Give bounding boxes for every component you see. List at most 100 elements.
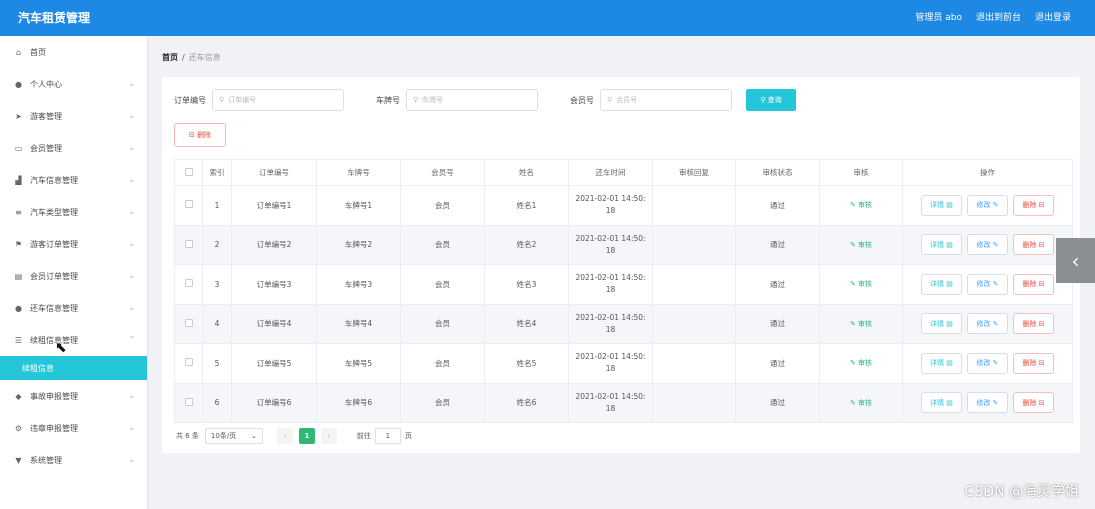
sidebar-item-label: 首页 [30,47,46,57]
collapse-side-tab[interactable]: ‹ [1056,238,1095,283]
edit-button[interactable]: 修改 ✎ [967,313,1008,335]
row-select-cell[interactable] [174,264,203,305]
detail-button[interactable]: 详情 ▤ [921,194,962,216]
sidebar-item[interactable]: ◆ 事故申报管理 ⌄ [0,380,147,412]
order-number-cell: 订单编号2 [231,224,317,265]
query-button[interactable]: ⚲ 查询 [746,89,796,111]
detail-button[interactable]: 详情 ▤ [921,392,962,414]
sidebar-item[interactable]: ● 还车信息管理 ⌄ [0,292,147,324]
plate-number-input[interactable]: ⚲ 车牌号 [406,89,538,111]
row-actions: 详情 ▤ 修改 ✎ 删除 ⊟ [903,392,1072,414]
sidebar-item[interactable]: ≡ 汽车类型管理 ⌄ [0,196,147,228]
sidebar-item[interactable]: ⚙ 违章申报管理 ⌄ [0,412,147,444]
index-cell: 5 [202,343,232,384]
edit-button[interactable]: 修改 ✎ [967,392,1008,414]
member-number-cell: 会员 [400,264,485,305]
delete-button[interactable]: 删除 ⊟ [1013,392,1054,414]
audit-link[interactable]: ✎ 审核 [850,399,872,407]
audit-link[interactable]: ✎ 审核 [850,201,872,209]
search-icon: ⚲ [760,96,768,104]
sidebar-subitem-renewal-info[interactable]: 续租信息 [0,356,147,380]
delete-button[interactable]: 删除 ⊟ [1013,273,1054,295]
plate-number-cell: 车牌号4 [316,303,401,344]
plate-number-label: 车牌号 [376,95,400,105]
member-number-cell: 会员 [400,343,485,384]
order-number-cell: 订单编号5 [231,343,317,384]
audit-link[interactable]: ✎ 审核 [850,280,872,288]
row-actions: 详情 ▤ 修改 ✎ 删除 ⊟ [903,352,1072,374]
chevron-icon: ⌄ [128,79,135,88]
row-checkbox[interactable] [184,279,193,288]
audit-link[interactable]: ✎ 审核 [850,241,872,249]
delete-button[interactable]: 删除 ⊟ [1013,194,1054,216]
row-select-cell[interactable] [174,382,203,423]
detail-button[interactable]: 详情 ▤ [921,313,962,335]
audit-link[interactable]: ✎ 审核 [850,359,872,367]
row-checkbox[interactable] [184,239,193,248]
logout-link[interactable]: 退出登录 [1035,10,1071,23]
edit-button[interactable]: 修改 ✎ [967,352,1008,374]
sidebar-item[interactable]: ⌂ 首页 [0,36,147,68]
actions-cell: 详情 ▤ 修改 ✎ 删除 ⊟ [902,264,1073,305]
detail-button[interactable]: 详情 ▤ [921,352,962,374]
return-time-seconds: 18 [605,403,616,413]
row-checkbox[interactable] [184,200,193,209]
row-select-cell[interactable] [174,343,203,384]
page-size-value: 10条/页 [210,432,237,440]
delete-button[interactable]: 删除 ⊟ [1013,352,1054,374]
order-number-label: 订单编号 [174,95,206,105]
row-select-cell[interactable] [174,185,203,226]
row-select-cell[interactable] [174,303,203,344]
detail-button[interactable]: 详情 ▤ [921,273,962,295]
prev-page-button[interactable]: ‹ [276,428,293,444]
edit-button[interactable]: 修改 ✎ [967,194,1008,216]
audit-link[interactable]: ✎ 审核 [850,320,872,328]
return-time-cell: 2021-02-01 14:50: 18 [568,382,653,423]
detail-button[interactable]: 详情 ▤ [921,234,962,256]
row-actions: 详情 ▤ 修改 ✎ 删除 ⊟ [903,313,1072,335]
chevron-icon: ⌄ [128,455,135,464]
row-select-cell[interactable] [174,224,203,265]
edit-button[interactable]: 修改 ✎ [967,234,1008,256]
settings-icon: ▼ [15,455,22,465]
member-number-input[interactable]: ⚲ 会员号 [600,89,732,111]
delete-button[interactable]: 删除 ⊟ [1013,313,1054,335]
breadcrumb-home[interactable]: 首页 [162,53,178,62]
order-number-cell: 订单编号1 [231,185,317,226]
select-all-checkbox[interactable] [184,167,193,176]
goto-page-input[interactable]: 1 [374,428,401,444]
back-to-front-link[interactable]: 退出到前台 [976,10,1021,23]
page-size-select[interactable]: 10条/页 ⌄ [204,428,263,444]
sidebar-item[interactable]: ▟ 汽车信息管理 ⌄ [0,164,147,196]
row-checkbox[interactable] [184,318,193,327]
order-number-input[interactable]: ⚲ 订单编号 [212,89,344,111]
clipboard-icon: ▤ [14,271,23,281]
sidebar-item[interactable]: ▼ 系统管理 ⌄ [0,444,147,476]
batch-delete-button[interactable]: ⊟ 删除 [174,123,226,147]
page-1-button[interactable]: 1 [298,428,315,444]
select-all-header[interactable] [174,159,203,186]
actions-cell: 详情 ▤ 修改 ✎ 删除 ⊟ [902,382,1073,423]
sidebar-item[interactable]: ▤ 会员订单管理 ⌄ [0,260,147,292]
row-checkbox[interactable] [184,397,193,406]
sidebar-item[interactable]: ● 个人中心 ⌄ [0,68,147,100]
audit-reply-cell [652,303,736,344]
app-title: 汽车租赁管理 [18,11,91,25]
next-page-button[interactable]: › [320,428,337,444]
actions-cell: 详情 ▤ 修改 ✎ 删除 ⊟ [902,185,1073,226]
sidebar-item[interactable]: ☰ 续租信息管理 ⌃ [0,324,147,356]
edit-button[interactable]: 修改 ✎ [967,273,1008,295]
chart-icon: ▟ [15,175,22,185]
name-cell: 姓名4 [484,303,569,344]
sidebar-item[interactable]: ⚑ 游客订单管理 ⌄ [0,228,147,260]
row-checkbox[interactable] [184,358,193,367]
audit-cell: ✎ 审核 [819,264,903,305]
table-row: 3 订单编号3 车牌号3 会员 姓名3 2021-02-01 14:50: 18 通过 ✎ 审核… [174,264,1073,305]
gear-icon: ⚙ [14,423,23,433]
delete-button[interactable]: 删除 ⊟ [1013,234,1054,256]
send-icon: ➤ [15,111,22,121]
sidebar-item[interactable]: ▭ 会员管理 ⌄ [0,132,147,164]
audit-cell: ✎ 审核 [819,185,903,226]
sidebar-item[interactable]: ➤ 游客管理 ⌄ [0,100,147,132]
user-icon: ● [15,79,22,89]
